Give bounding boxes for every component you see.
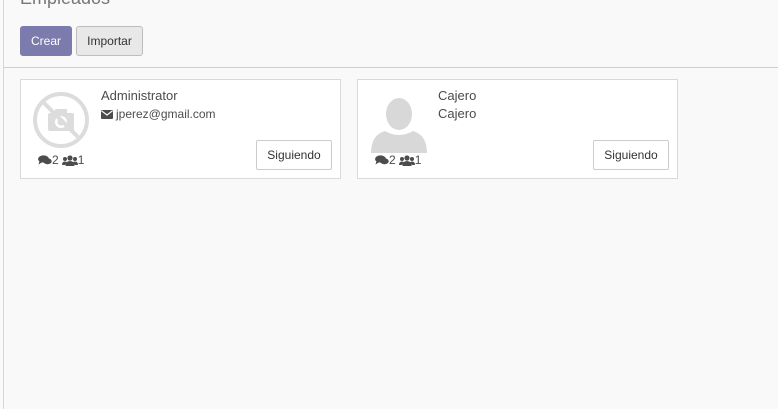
create-button[interactable]: Crear <box>20 26 72 56</box>
employee-email-row: jperez@gmail.com <box>101 107 216 121</box>
employees-kanban-page: Empleados Crear Importar Administrator j… <box>0 0 778 409</box>
employee-job: Cajero <box>438 106 477 121</box>
employee-name: Cajero <box>438 88 477 103</box>
follower-count: 1 <box>77 153 85 167</box>
employee-card-administrator[interactable]: Administrator jperez@gmail.com 2 1 Sigui… <box>20 79 341 179</box>
person-silhouette-icon <box>371 98 427 153</box>
message-count: 2 <box>52 153 59 167</box>
import-button[interactable]: Importar <box>76 26 143 56</box>
message-count: 2 <box>389 153 396 167</box>
users-icon <box>61 154 78 166</box>
employee-card-cajero[interactable]: Cajero Cajero 2 1 Siguiendo <box>357 79 678 179</box>
following-button[interactable]: Siguiendo <box>256 140 332 170</box>
employee-stats: 2 1 <box>38 153 84 167</box>
page-title: Empleados <box>20 0 110 9</box>
no-photo-camera-icon <box>33 92 89 148</box>
comments-icon <box>375 154 389 164</box>
comments-icon <box>38 154 52 164</box>
following-button[interactable]: Siguiendo <box>593 140 669 170</box>
control-panel: Empleados Crear Importar <box>4 0 778 68</box>
employee-stats: 2 1 <box>375 153 421 167</box>
envelope-icon <box>101 109 113 119</box>
users-icon <box>398 154 415 166</box>
follower-count: 1 <box>414 153 422 167</box>
employee-email: jperez@gmail.com <box>116 107 216 121</box>
employee-name: Administrator <box>101 88 178 103</box>
